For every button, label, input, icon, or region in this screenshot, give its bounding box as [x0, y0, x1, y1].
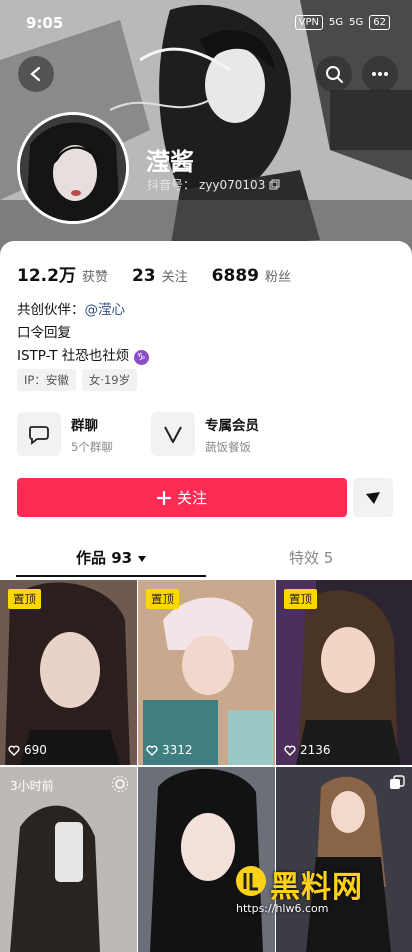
heart-outline-icon: [8, 745, 20, 756]
douyin-id-value: zyy070103: [199, 177, 266, 192]
following-count[interactable]: 23: [132, 266, 156, 286]
bio-partner: 共创伙伴：@滢心: [17, 298, 125, 318]
send-arrow-icon: [366, 491, 380, 504]
pinned-badge: 置顶: [8, 589, 41, 609]
partner-mention[interactable]: @滢心: [85, 302, 126, 318]
follow-label: 关注: [176, 489, 207, 507]
video-thumbnail[interactable]: 置顶 2136: [276, 580, 412, 765]
profile-stats: 12.2万 获赞 23 关注 6889 粉丝: [17, 261, 291, 286]
group-chat-entry[interactable]: 群聊 5个群聊: [17, 412, 113, 456]
caret-down-icon: [138, 556, 147, 562]
douyin-id: 抖音号： zyy070103: [147, 176, 280, 193]
battery-indicator: 62: [369, 15, 390, 30]
bio-line-3-text: ISTP-T 社恐也社烦: [17, 348, 130, 364]
tab-works-label: 作品 93: [76, 549, 133, 567]
more-button[interactable]: [362, 56, 398, 92]
likes-overlay: 3312: [146, 743, 193, 757]
watermark-text: 黑料网: [270, 870, 363, 905]
nickname: 滢酱: [146, 148, 194, 176]
bio-line-2: 口令回复: [17, 325, 71, 341]
plus-icon: [156, 490, 171, 505]
signal-5g-2: 5G: [349, 17, 364, 28]
likes-count[interactable]: 12.2万: [17, 261, 76, 286]
douyin-id-label: 抖音号：: [147, 178, 196, 192]
back-button[interactable]: [18, 56, 54, 92]
active-tab-indicator: [16, 575, 206, 577]
following-label: 关注: [161, 270, 188, 285]
followers-label: 粉丝: [264, 270, 291, 285]
group-chat-subtitle: 5个群聊: [71, 439, 113, 454]
partner-label: 共创伙伴：: [17, 302, 85, 318]
profile-banner: 9:05 VPN 5G 5G 62 滢酱 抖音号： zyy070103: [0, 0, 412, 260]
content-tabs: 作品 93 特效 5: [0, 541, 412, 577]
chevron-left-icon: [30, 66, 41, 82]
likes-overlay: 2136: [284, 743, 331, 757]
watermark-logo-icon: [236, 866, 266, 896]
status-time: 9:05: [26, 14, 64, 32]
heart-outline-icon: [284, 745, 296, 756]
vip-heart-icon: [151, 412, 195, 456]
share-button[interactable]: [353, 478, 393, 517]
signal-5g-1: 5G: [329, 17, 344, 28]
sun-icon: [112, 776, 128, 792]
chat-bubble-icon: [17, 412, 61, 456]
likes-count-overlay: 3312: [162, 743, 193, 757]
copy-icon[interactable]: [269, 179, 280, 190]
video-thumbnail[interactable]: 置顶 3312: [138, 580, 275, 765]
status-icons: VPN 5G 5G 62: [294, 15, 390, 30]
pinned-badge: 置顶: [284, 589, 317, 609]
watermark-url: https://hlw6.com: [236, 902, 329, 915]
followers-count[interactable]: 6889: [212, 266, 259, 286]
vip-title: 专属会员: [205, 417, 259, 434]
vpn-indicator: VPN: [294, 15, 324, 30]
group-chat-title: 群聊: [71, 417, 98, 434]
follow-button[interactable]: 关注: [17, 478, 347, 517]
video-cover: [0, 767, 137, 952]
tab-works[interactable]: 作品 93: [76, 547, 147, 568]
bio-line-3: ISTP-T 社恐也社烦 ♑: [17, 344, 149, 365]
watermark: 黑料网 https://hlw6.com: [228, 856, 412, 924]
ip-tag: IP：安徽: [17, 369, 76, 391]
likes-count-overlay: 2136: [300, 743, 331, 757]
video-thumbnail[interactable]: 置顶 690: [0, 580, 137, 765]
more-dots-icon: [372, 72, 388, 76]
search-icon: [326, 66, 343, 83]
heart-outline-icon: [146, 745, 158, 756]
pinned-badge: 置顶: [146, 589, 179, 609]
likes-count-overlay: 690: [24, 743, 47, 757]
avatar-image: [20, 115, 126, 221]
multi-image-icon: [390, 775, 405, 789]
gender-age-tag: 女·19岁: [81, 369, 138, 391]
vip-membership-entry[interactable]: 专属会员 蔬饭餐饭: [151, 412, 259, 456]
likes-label: 获赞: [81, 270, 108, 285]
posted-time: 3小时前: [10, 779, 54, 793]
profile-tags: IP：安徽 女·19岁: [17, 369, 138, 391]
tab-effects[interactable]: 特效 5: [289, 547, 333, 568]
search-button[interactable]: [316, 56, 352, 92]
video-thumbnail[interactable]: 3小时前: [0, 767, 137, 952]
likes-overlay: 690: [8, 743, 47, 757]
avatar[interactable]: [17, 112, 129, 224]
vip-subtitle: 蔬饭餐饭: [205, 439, 251, 454]
zodiac-icon: ♑: [133, 350, 149, 365]
status-bar: 9:05 VPN 5G 5G 62: [0, 0, 412, 44]
